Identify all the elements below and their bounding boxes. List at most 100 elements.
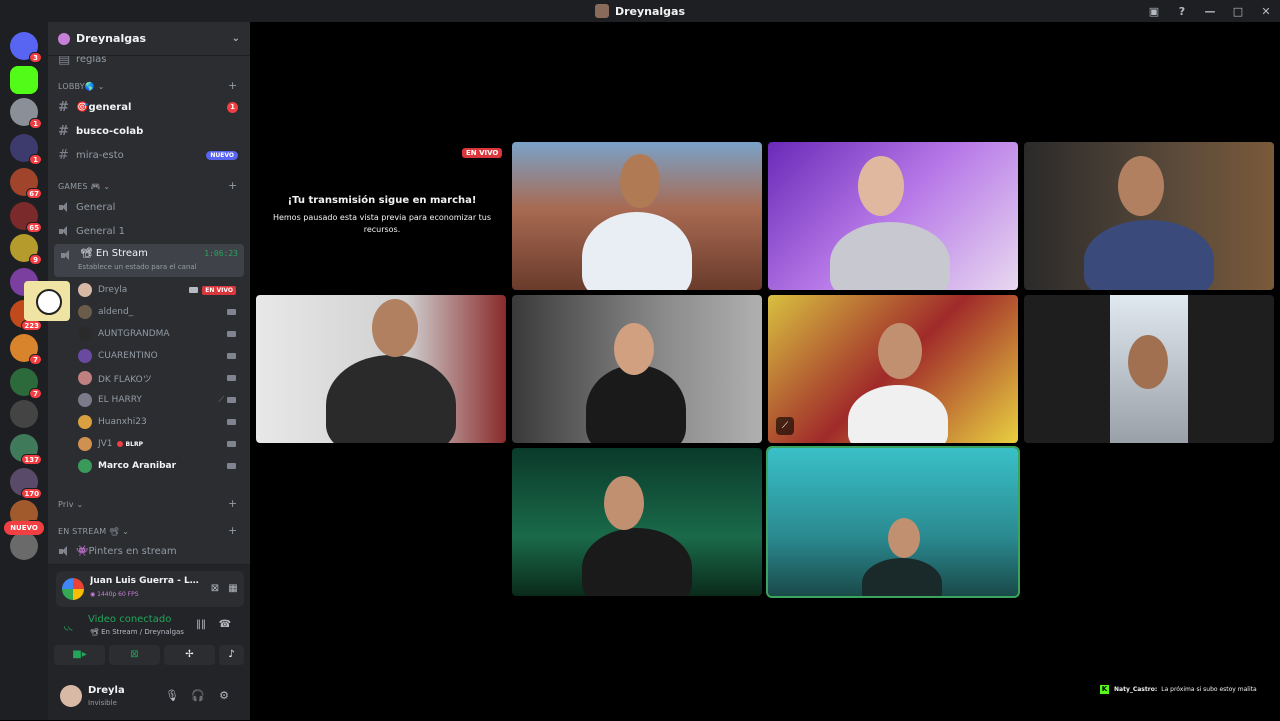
video-tile[interactable]	[512, 448, 762, 596]
headphones-icon[interactable]: 🎧	[190, 689, 206, 705]
participant-video	[848, 385, 948, 443]
server-avatar-icon[interactable]: 9	[10, 234, 42, 265]
minimize-button[interactable]: —	[1196, 5, 1224, 18]
activity-card[interactable]: Juan Luis Guerra - La Travesia (Vi... ◉ …	[56, 571, 244, 607]
mention-badge: 65	[26, 222, 42, 233]
channel-reglas[interactable]: ▤ reglas	[54, 56, 244, 70]
add-channel-icon[interactable]: +	[228, 524, 237, 537]
server-avatar-icon[interactable]: 170	[10, 468, 42, 499]
member-row[interactable]: CUARENTINO	[78, 345, 242, 367]
category-lobby[interactable]: LOBBY🌎 ⌄ +	[58, 79, 237, 92]
member-row[interactable]: Huanxhi23	[78, 411, 242, 433]
video-tile[interactable]	[512, 295, 762, 443]
soundboard-button[interactable]: ♪	[219, 645, 244, 665]
hash-icon: #	[58, 99, 69, 115]
voice-panel: Juan Luis Guerra - La Travesia (Vi... ◉ …	[48, 564, 250, 720]
help-icon[interactable]: ?	[1168, 5, 1196, 18]
channel-status[interactable]: Establece un estado para el canal	[78, 263, 197, 271]
voice-channel-en-stream[interactable]: 📽 En Stream 1:06:23 Establece un estado …	[54, 244, 244, 277]
video-tile[interactable]	[1024, 295, 1274, 443]
member-name: JV1	[98, 439, 113, 449]
settings-gear-icon[interactable]: ⚙	[216, 689, 232, 705]
member-name: DK FLAKOツ	[98, 374, 152, 385]
member-row[interactable]: JV1 BLRP	[78, 433, 242, 455]
server-new-badge[interactable]: NUEVO	[4, 521, 44, 535]
channel-general[interactable]: # 🎯 general 1	[54, 96, 244, 118]
channel-busco-colab[interactable]: # busco-colab	[54, 120, 244, 142]
user-area: Dreyla Invisible 🎙 🎧 ⚙	[48, 677, 250, 721]
hash-icon: #	[58, 123, 69, 139]
voice-channel-pinters[interactable]: 👾Pinters en stream	[54, 540, 244, 562]
noise-suppression-icon[interactable]: ‖‖	[194, 619, 208, 633]
video-tile[interactable]	[768, 142, 1018, 290]
stop-stream-icon[interactable]: ⊠	[208, 582, 222, 596]
camera-icon	[227, 331, 236, 337]
member-row[interactable]: EL HARRY ⟋	[78, 389, 242, 411]
add-channel-icon[interactable]: +	[228, 79, 237, 92]
member-row[interactable]: DK FLAKOツ	[78, 367, 242, 389]
channel-label: busco-colab	[76, 125, 144, 137]
mention-badge: 170	[21, 488, 42, 499]
disconnect-icon[interactable]: ☎	[218, 619, 232, 633]
member-name: AUNTGRANDMA	[98, 329, 170, 339]
signal-icon[interactable]: ◟◟	[64, 619, 78, 633]
participant-video	[582, 528, 692, 596]
member-row[interactable]: AUNTGRANDMA	[78, 323, 242, 345]
member-name: Marco Aranibar	[98, 461, 177, 471]
kick-server-icon[interactable]	[10, 66, 38, 94]
add-channel-icon[interactable]: +	[228, 179, 237, 192]
camera-button[interactable]: ■▸	[54, 645, 105, 665]
window-avatar-icon	[594, 4, 609, 18]
guild-header[interactable]: Dreynalgas ⌄	[48, 22, 250, 56]
stream-settings-icon[interactable]: ▦	[226, 582, 240, 596]
discord-home-icon[interactable]: 3	[10, 32, 42, 63]
activities-button[interactable]: ✢	[164, 645, 215, 665]
server-avatar-icon[interactable]: 137	[10, 434, 42, 465]
channel-label: General	[76, 201, 116, 213]
category-priv[interactable]: Priv ⌄ +	[58, 497, 237, 510]
server-avatar-icon[interactable]: 7	[10, 368, 42, 399]
screen-share-button[interactable]: ⊠	[109, 645, 160, 665]
server-avatar-icon[interactable]	[10, 532, 38, 560]
server-rail: 311676592237713717014	[0, 22, 48, 720]
server-avatar-icon[interactable]: 65	[10, 202, 42, 233]
video-tile[interactable]	[256, 295, 506, 443]
channel-label: General 1	[76, 225, 125, 237]
video-tile[interactable]: ⟋	[768, 295, 1018, 443]
muted-mic-icon: ⟋	[218, 395, 224, 404]
maximize-button[interactable]: □	[1224, 5, 1252, 18]
avatar	[78, 283, 92, 297]
connection-channel[interactable]: 📽 En Stream / Dreynalgas	[90, 628, 184, 636]
server-avatar-icon[interactable]: 7	[10, 334, 42, 365]
channel-mira-esto[interactable]: # mira-esto NUEVO	[54, 144, 244, 166]
user-name[interactable]: Dreyla	[88, 685, 125, 696]
server-avatar-icon[interactable]	[10, 400, 38, 428]
inbox-icon[interactable]: ▣	[1140, 5, 1168, 18]
camera-icon	[227, 375, 236, 381]
chevron-down-icon[interactable]: ⌄	[232, 33, 240, 44]
camera-icon	[227, 463, 236, 469]
preview-paused-title: ¡Tu transmisión sigue en marcha!	[287, 195, 477, 206]
category-games[interactable]: GAMES 🎮 ⌄ +	[58, 179, 237, 192]
mention-badge: 137	[21, 454, 42, 465]
video-tile[interactable]	[1024, 142, 1274, 290]
voice-channel-general-1[interactable]: General 1	[54, 220, 244, 242]
video-tile-speaking[interactable]	[766, 446, 1020, 598]
server-avatar-icon[interactable]: 67	[10, 168, 42, 199]
category-label: EN STREAM 📽	[58, 527, 120, 536]
add-channel-icon[interactable]: +	[228, 497, 237, 510]
voice-channel-general[interactable]: General	[54, 196, 244, 218]
activity-quality: ◉ 1440p 60 FPS	[90, 591, 139, 598]
category-en-stream[interactable]: EN STREAM 📽 ⌄ +	[58, 524, 237, 537]
member-row[interactable]: aldend_	[78, 301, 242, 323]
server-avatar-icon[interactable]: 1	[10, 134, 42, 165]
microphone-icon[interactable]: 🎙	[164, 689, 180, 705]
avatar[interactable]	[60, 685, 82, 707]
close-button[interactable]: ✕	[1252, 5, 1280, 18]
server-avatar-icon[interactable]: 1	[10, 98, 42, 129]
text-channel-icon: ▤	[58, 56, 71, 67]
member-row[interactable]: Dreyla EN VIVO	[78, 279, 242, 301]
video-tile[interactable]	[512, 142, 762, 290]
member-row[interactable]: Marco Aranibar	[78, 455, 242, 477]
guild-name: Dreynalgas	[76, 32, 147, 45]
